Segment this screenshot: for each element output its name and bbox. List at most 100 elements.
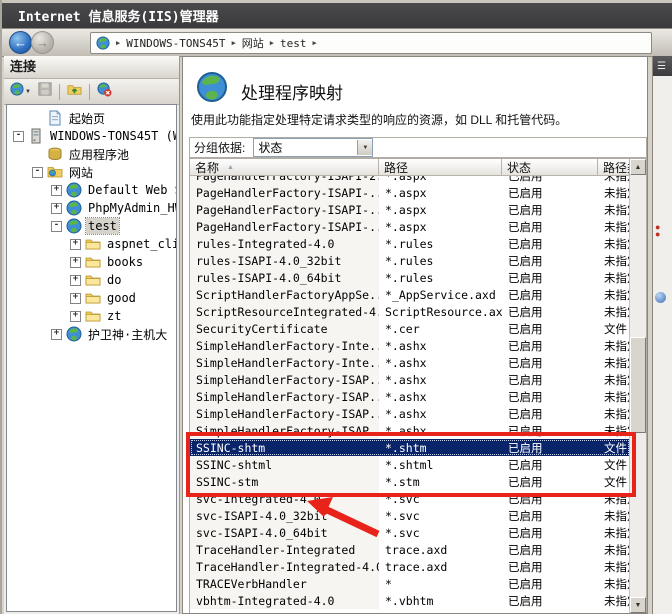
table-row[interactable]: vbhtm-Integrated-4.0*.vbhtm已启用未指定 (190, 592, 630, 609)
globe-icon (66, 200, 82, 216)
tree-item[interactable]: -WINDOWS-TONS45T (WIN (7, 127, 176, 145)
table-cell: rules-ISAPI-4.0_64bit (190, 269, 379, 286)
tree-item[interactable]: 起始页 (7, 109, 176, 127)
expand-icon[interactable]: + (70, 311, 81, 322)
table-row[interactable]: TraceHandler-Integrated-4.0trace.axd已启用未… (190, 558, 630, 575)
table-row[interactable]: svc-ISAPI-4.0_32bit*.svc已启用未指定 (190, 507, 630, 524)
table-row[interactable]: TRACEVerbHandler*已启用未指定 (190, 575, 630, 592)
tree-item[interactable]: +good (7, 289, 176, 307)
folder-icon (85, 308, 101, 324)
expand-icon[interactable]: + (70, 239, 81, 250)
table-row[interactable]: rules-Integrated-4.0*.rules已启用未指定 (190, 235, 630, 252)
table-row[interactable]: rules-ISAPI-4.0_64bit*.rules已启用未指定 (190, 269, 630, 286)
breadcrumb-item-sites[interactable]: 网站 (242, 35, 264, 51)
table-cell: *.ashx (379, 371, 502, 388)
table-row[interactable]: SimpleHandlerFactory-Inte...*.ashx已启用未指定 (190, 337, 630, 354)
tree-item[interactable]: + do (7, 271, 176, 289)
tree-item[interactable]: +Default Web Si (7, 181, 176, 199)
back-button[interactable]: ← (9, 31, 32, 54)
table-row[interactable]: PageHandlerFactory-ISAPI-...*.aspx已启用未指定 (190, 218, 630, 235)
folder-up-icon (67, 82, 82, 102)
table-cell: *.aspx (379, 218, 502, 235)
table-row[interactable]: SSINC-shtml*.shtml已启用文件 (190, 456, 630, 473)
table-row[interactable]: svc-ISAPI-4.0_64bit*.svc已启用未指定 (190, 524, 630, 541)
connections-header: 连接 (4, 56, 179, 79)
tree-item[interactable]: 应用程序池 (7, 145, 176, 163)
list-scrollbar[interactable]: ▲ ▼ (629, 159, 646, 613)
table-row[interactable]: SimpleHandlerFactory-Inte...*.ashx已启用未指定 (190, 354, 630, 371)
table-row[interactable]: PageHandlerFactory-ISAPI-...*.aspx已启用未指定 (190, 201, 630, 218)
titlebar[interactable]: Internet 信息服务(IIS)管理器 (2, 3, 672, 28)
scroll-up-button[interactable]: ▲ (630, 159, 646, 175)
create-connection-button[interactable]: ▼ (8, 81, 33, 102)
collapse-icon[interactable]: - (13, 131, 24, 142)
table-row[interactable]: SecurityCertificate*.cer已启用文件 (190, 320, 630, 337)
tree-item[interactable]: + PhpMyAdmin_HWS (7, 199, 176, 217)
save-connections-button[interactable] (36, 81, 54, 102)
table-row[interactable]: PageHandlerFactory-ISAPI-...*.aspx已启用未指定 (190, 184, 630, 201)
table-row[interactable]: SSINC-stm*.stm已启用文件 (190, 473, 630, 490)
collapse-icon[interactable]: - (51, 221, 62, 232)
table-row[interactable]: rules-ISAPI-4.0_32bit*.rules已启用未指定 (190, 252, 630, 269)
forward-button[interactable]: → (31, 31, 54, 54)
breadcrumb[interactable]: ▶ WINDOWS-TONS45T ▶ 网站 ▶ test ▶ (90, 32, 652, 54)
tree-item-label: do (105, 272, 123, 288)
tree-item[interactable]: +books (7, 253, 176, 271)
table-row[interactable]: svc-Integrated-4.0*.svc已启用未指定 (190, 490, 630, 507)
delete-connection-button[interactable] (95, 81, 114, 103)
table-row[interactable]: SSINC-shtm*.shtm已启用文件 (190, 439, 630, 456)
table-cell: 未指定 (598, 252, 630, 269)
table-cell: SSINC-shtml (190, 456, 379, 473)
tree-item[interactable]: -网站 (7, 163, 176, 181)
expand-icon[interactable]: + (51, 185, 62, 196)
group-by-value: 状态 (254, 139, 282, 156)
table-cell: 未指定 (598, 184, 630, 201)
expand-icon[interactable]: + (51, 329, 62, 340)
table-row[interactable]: SimpleHandlerFactory-ISAP...*.ashx已启用未指定 (190, 422, 630, 439)
expand-icon[interactable]: + (70, 275, 81, 286)
breadcrumb-item-server[interactable]: WINDOWS-TONS45T (126, 37, 225, 50)
remove-icon[interactable]: ●● (655, 224, 660, 238)
column-header-path-type[interactable]: 路径类 (598, 159, 630, 176)
tree-item[interactable]: -test (7, 217, 176, 235)
table-cell: 已启用 (502, 337, 598, 354)
table-cell: 已启用 (502, 201, 598, 218)
tree-item-label: PhpMyAdmin_HWS (86, 200, 177, 216)
collapse-icon[interactable]: - (32, 167, 43, 178)
feature-globe-icon (196, 71, 228, 103)
expand-icon[interactable]: + (51, 203, 62, 214)
breadcrumb-item-site[interactable]: test (280, 37, 307, 50)
table-cell: SimpleHandlerFactory-ISAP... (190, 405, 379, 422)
column-header-name[interactable]: 名称 ▲ (190, 159, 379, 176)
group-by-label: 分组依据: (194, 139, 245, 156)
scrollbar-thumb[interactable] (630, 337, 646, 433)
table-cell: 未指定 (598, 541, 630, 558)
table-row[interactable]: ScriptResourceIntegrated-4.0ScriptResour… (190, 303, 630, 320)
column-header-state[interactable]: 状态 (502, 159, 598, 176)
table-row[interactable]: ScriptHandlerFactoryAppSe...*_AppService… (190, 286, 630, 303)
help-icon[interactable] (655, 292, 666, 303)
group-by-select[interactable]: 状态 ▼ (253, 138, 373, 157)
table-row[interactable]: PageHandlerFactory-ISAPI-2.0*.aspx已启用未指定 (190, 176, 630, 184)
table-cell: 已启用 (502, 558, 598, 575)
scroll-down-button[interactable]: ▼ (630, 597, 646, 613)
breadcrumb-separator: ▶ (116, 39, 120, 47)
toolbar-divider (59, 84, 60, 100)
table-cell: 未指定 (598, 354, 630, 371)
expand-icon[interactable]: + (70, 293, 81, 304)
table-cell: 已启用 (502, 405, 598, 422)
start-page-icon (47, 110, 63, 126)
connections-panel: 连接 ▼ 起始页-WINDOWS-TONS45T (WIN应用程序池-网站+De… (4, 56, 180, 614)
table-row[interactable]: TraceHandler-Integratedtrace.axd已启用未指定 (190, 541, 630, 558)
table-cell: *.shtml (379, 456, 502, 473)
up-level-button[interactable] (65, 81, 84, 103)
column-header-path[interactable]: 路径 (379, 159, 502, 176)
expand-icon[interactable]: + (70, 257, 81, 268)
table-row[interactable]: SimpleHandlerFactory-ISAP...*.ashx已启用未指定 (190, 405, 630, 422)
tree-item[interactable]: +aspnet_cli (7, 235, 176, 253)
tree-item[interactable]: +zt (7, 307, 176, 325)
table-row[interactable]: SimpleHandlerFactory-ISAP...*.ashx已启用未指定 (190, 371, 630, 388)
sort-ascending-icon: ▲ (227, 164, 234, 171)
table-row[interactable]: SimpleHandlerFactory-ISAP...*.ashx已启用未指定 (190, 388, 630, 405)
tree-item[interactable]: +护卫神·主机大 (7, 325, 176, 343)
